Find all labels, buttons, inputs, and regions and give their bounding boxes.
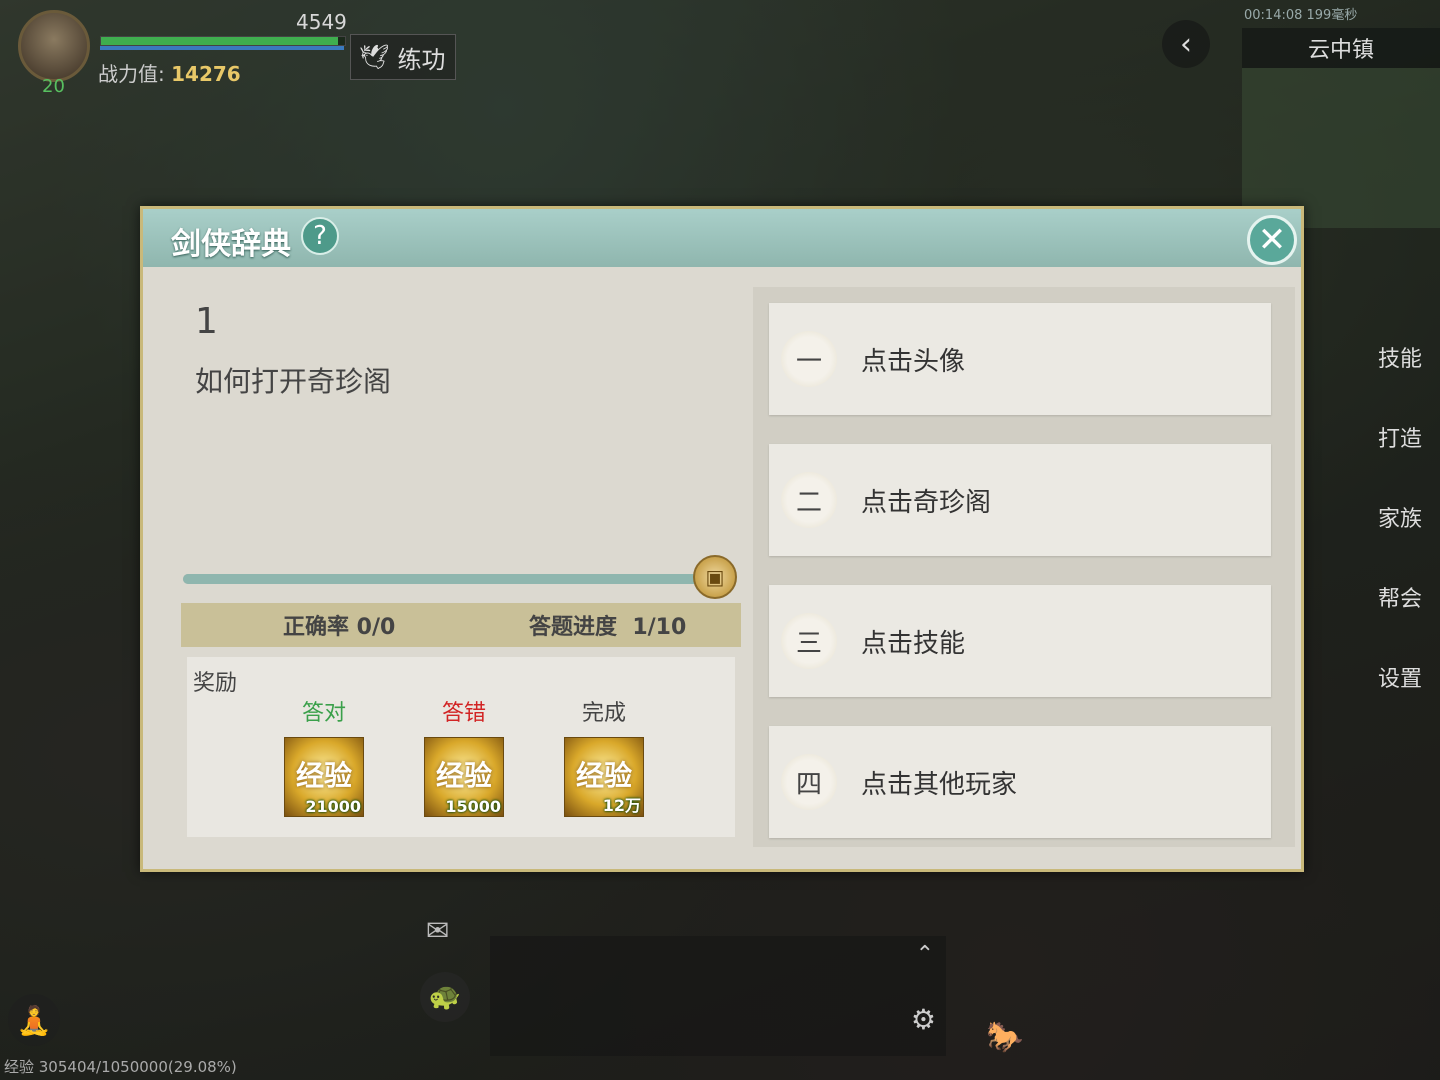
town-name[interactable]: 云中镇 (1242, 28, 1440, 68)
mail-icon[interactable]: ✉ (426, 914, 449, 947)
option-index: 一 (781, 331, 837, 387)
option-label: 点击头像 (861, 346, 966, 377)
reward-item: 经验 (575, 759, 632, 792)
answer-option-4[interactable]: 四 点击其他玩家 (769, 726, 1271, 838)
help-icon[interactable]: ? (301, 217, 339, 255)
treasure-chest-icon[interactable]: ▣ (693, 555, 737, 599)
progress-text: 答题进度 1/10 (529, 609, 686, 641)
quiz-progress-bar (183, 574, 711, 584)
combat-power: 战力值: 14276 (98, 58, 241, 87)
option-label: 点击其他玩家 (861, 769, 1018, 800)
combat-power-value: 14276 (171, 62, 241, 86)
menu-craft[interactable]: 打造 (1370, 380, 1430, 460)
option-index: 二 (781, 472, 837, 528)
exp-reward-icon[interactable]: 经验 21000 (284, 737, 364, 817)
hp-value: 4549 (296, 10, 347, 34)
pet-icon[interactable]: 🐢 (420, 972, 470, 1022)
dictionary-dialog: 剑侠辞典 ? ✕ 1 如何打开奇珍阁 ▣ 正确率 0/0 答题进度 1/10 奖… (140, 206, 1304, 872)
practice-button[interactable]: 🕊 练功 (350, 34, 456, 80)
player-level: 20 (42, 76, 65, 97)
question-pane: 1 如何打开奇珍阁 (183, 301, 743, 400)
hp-bar-fill (101, 37, 338, 45)
combat-power-label: 战力值: (98, 62, 165, 86)
experience-text: 经验 305404/1050000(29.08%) (4, 1058, 237, 1076)
menu-settings[interactable]: 设置 (1370, 620, 1430, 700)
reward-box: 奖励 答对 经验 21000 答错 经验 15000 完成 经验 12万 (187, 657, 735, 837)
mp-bar (100, 46, 344, 50)
progress-label: 答题进度 (529, 615, 618, 640)
reward-complete: 完成 经验 12万 (559, 695, 649, 817)
answer-options-pane: 一 点击头像 二 点击奇珍阁 三 点击技能 四 点击其他玩家 (753, 287, 1295, 847)
exp-reward-icon[interactable]: 经验 15000 (424, 737, 504, 817)
progress-value: 1/10 (632, 615, 687, 640)
menu-skills[interactable]: 技能 (1370, 300, 1430, 380)
reward-item: 经验 (295, 759, 352, 792)
answer-option-2[interactable]: 二 点击奇珍阁 (769, 444, 1271, 556)
menu-guild[interactable]: 帮会 (1370, 540, 1430, 620)
question-number: 1 (195, 301, 218, 342)
status-time: 00:14:08 199毫秒 (1244, 8, 1358, 23)
close-icon[interactable]: ✕ (1247, 215, 1297, 265)
quiz-progress-fill (183, 574, 711, 584)
reward-wrong: 答错 经验 15000 (419, 695, 509, 817)
reward-correct: 答对 经验 21000 (279, 695, 369, 817)
answer-option-3[interactable]: 三 点击技能 (769, 585, 1271, 697)
reward-amount: 21000 (305, 797, 361, 816)
right-side-menu: 技能 打造 家族 帮会 设置 (1370, 300, 1430, 700)
option-index: 三 (781, 613, 837, 669)
hp-bar (100, 36, 346, 46)
option-label: 点击技能 (861, 628, 966, 659)
dialog-title: 剑侠辞典 (171, 227, 291, 262)
gear-icon[interactable]: ⚙ (911, 1003, 936, 1036)
player-avatar[interactable] (18, 10, 90, 82)
reward-amount: 15000 (445, 797, 501, 816)
chat-panel[interactable]: ⌃ ⚙ (490, 936, 946, 1056)
reward-caption: 答对 (301, 701, 346, 726)
quiz-stats-bar: 正确率 0/0 答题进度 1/10 (181, 603, 741, 647)
menu-family[interactable]: 家族 (1370, 460, 1430, 540)
exp-reward-icon[interactable]: 经验 12万 (564, 737, 644, 817)
option-label: 点击奇珍阁 (861, 487, 992, 518)
reward-caption: 完成 (581, 701, 626, 726)
chevron-up-icon[interactable]: ⌃ (916, 942, 934, 967)
crane-icon: 🕊 (359, 43, 390, 71)
reward-item: 经验 (435, 759, 492, 792)
accuracy-text: 正确率 0/0 (283, 615, 396, 640)
chevron-left-icon[interactable]: ‹ (1162, 20, 1210, 68)
question-text: 如何打开奇珍阁 (195, 365, 392, 398)
meditate-icon[interactable]: 🧘 (8, 994, 60, 1046)
mp-bar-fill (100, 46, 344, 50)
answer-option-1[interactable]: 一 点击头像 (769, 303, 1271, 415)
practice-label: 练功 (397, 45, 446, 74)
option-index: 四 (781, 754, 837, 810)
dialog-header: 剑侠辞典 ? ✕ (143, 209, 1301, 267)
minimap[interactable] (1242, 68, 1440, 228)
horse-icon[interactable]: 🐎 (986, 1020, 1023, 1055)
reward-amount: 12万 (602, 796, 641, 815)
reward-label: 奖励 (193, 671, 238, 696)
reward-caption: 答错 (441, 701, 486, 726)
